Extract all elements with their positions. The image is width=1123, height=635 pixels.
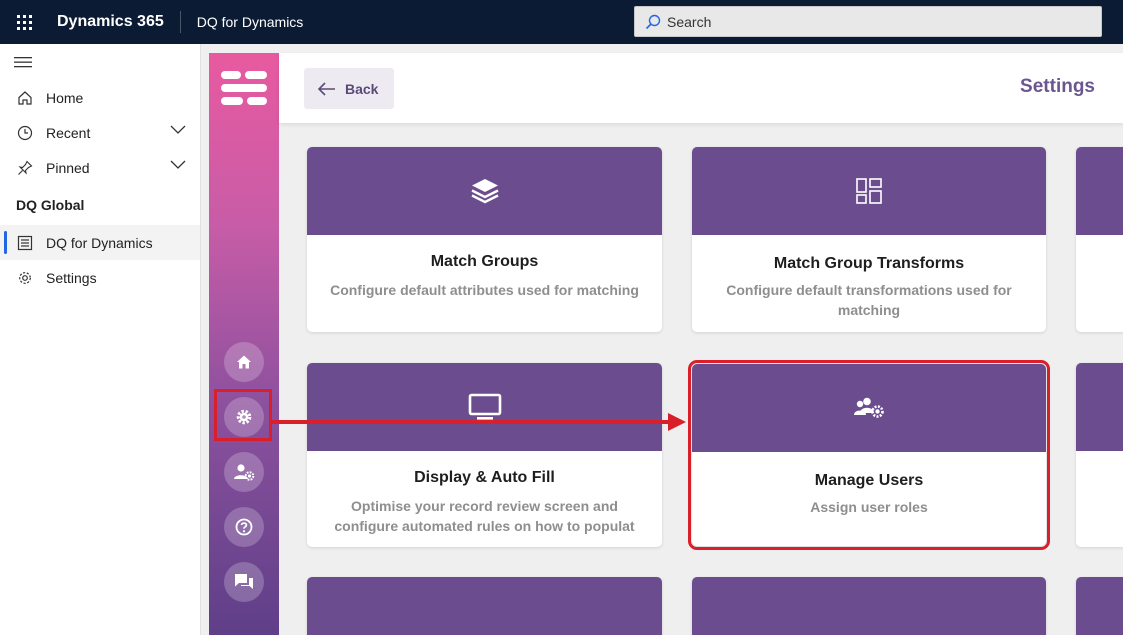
card-header [307,147,662,235]
page-title: Settings [1020,76,1095,97]
chat-icon [235,574,253,589]
help-icon [235,518,253,536]
card-description: Assign user roles [810,499,928,515]
app-area: Back Settings Match Groups Configure def… [209,53,1123,635]
nav-group-title: DQ Global [16,197,85,213]
dq-logo-icon [221,71,267,105]
layers-icon [470,179,499,204]
card-description: Configure default attributes used for ma… [330,282,639,298]
nav-item-label: Recent [46,124,91,141]
card-header [307,577,662,635]
card-partial[interactable] [1076,363,1123,547]
rail-chat-button[interactable] [224,562,264,602]
annotation-arrow-line [272,420,672,424]
nav-item-home[interactable]: Home [0,80,200,115]
nav-item-pinned[interactable]: Pinned [0,150,200,185]
card-description: Configure default transformations used f… [726,282,1012,318]
nav-item-label: Home [46,89,84,106]
card-deduplication[interactable] [307,577,662,635]
card-match-group-transforms[interactable]: Match Group Transforms Configure default… [692,147,1046,332]
list-icon [16,234,34,252]
search-icon [645,14,661,29]
hamburger-menu-button[interactable] [0,44,200,80]
nav-item-settings[interactable]: Settings [0,260,200,295]
card-header [1076,147,1123,235]
app-rail [209,53,279,635]
nav-item-label: Settings [46,269,97,286]
card-partial[interactable] [1076,147,1123,332]
card-description: Optimise your record review screen and c… [307,496,662,536]
card-header [1076,577,1123,635]
left-nav: Home Recent Pinned DQ Global DQ for Dyna… [0,44,201,635]
users-gear-icon [854,397,884,418]
card-header [692,577,1046,635]
grid-icon [856,178,882,204]
app-name[interactable]: DQ for Dynamics [181,14,304,30]
card-header [307,363,662,451]
back-button[interactable]: Back [304,68,394,109]
brand-name[interactable]: Dynamics 365 [48,11,181,33]
card-header [1076,363,1123,451]
clock-icon [16,124,34,142]
arrow-left-icon [318,81,335,96]
rail-manage-users-button[interactable] [224,452,264,492]
app-launcher-icon[interactable] [0,0,48,44]
home-icon [16,89,34,107]
card-header [692,147,1046,235]
back-button-label: Back [345,80,379,97]
home-icon [237,355,251,369]
rail-home-button[interactable] [224,342,264,382]
nav-item-label: Pinned [46,159,90,176]
chevron-down-icon[interactable] [170,160,186,170]
card-display-auto-fill[interactable]: Display & Auto Fill Optimise your record… [307,363,662,547]
card-title: Match Groups [430,253,539,270]
card-description-text: Optimise your record review screen and c… [334,498,635,534]
card-options[interactable] [692,577,1046,635]
card-partial[interactable] [1076,577,1123,635]
card-manage-users[interactable]: Manage Users Assign user roles [688,360,1050,550]
rail-help-button[interactable] [224,507,264,547]
top-bar: Dynamics 365 DQ for Dynamics Search [0,0,1123,44]
pin-icon [16,159,34,177]
search-input[interactable]: Search [634,6,1102,37]
card-title: Manage Users [814,472,924,489]
hamburger-icon [14,57,32,68]
nav-item-recent[interactable]: Recent [0,115,200,150]
nav-item-label: DQ for Dynamics [46,234,153,251]
user-gear-icon [234,464,255,481]
settings-header: Back Settings [279,53,1123,123]
annotation-highlight-box [214,389,272,441]
nav-item-dq-for-dynamics[interactable]: DQ for Dynamics [0,225,200,260]
card-match-groups[interactable]: Match Groups Configure default attribute… [307,147,662,332]
chevron-down-icon[interactable] [170,125,186,135]
card-title: Display & Auto Fill [414,469,555,486]
gear-icon [16,269,34,287]
monitor-icon [468,393,501,420]
search-placeholder: Search [667,13,712,30]
card-header [692,364,1046,452]
card-title: Match Group Transforms [773,255,965,272]
annotation-arrow-head [668,413,686,431]
